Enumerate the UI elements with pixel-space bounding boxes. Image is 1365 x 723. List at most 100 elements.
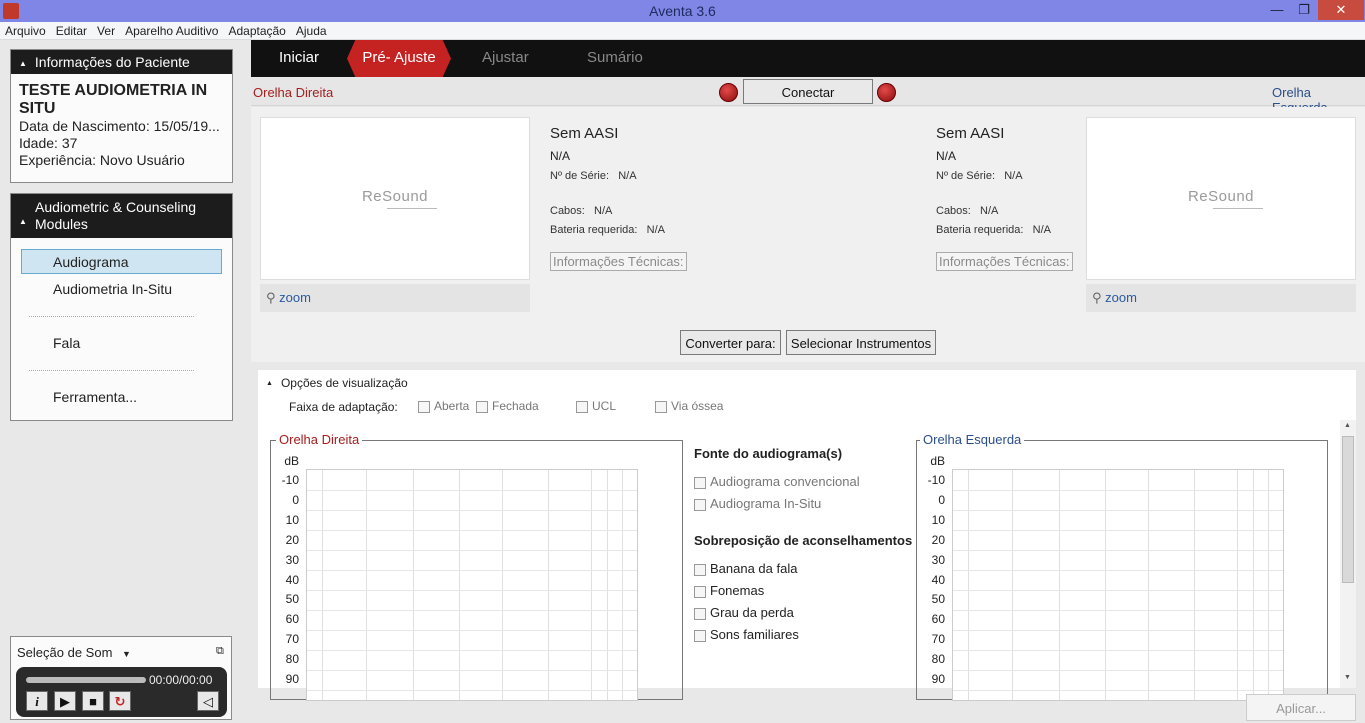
battery-value: N/A xyxy=(1032,224,1051,236)
play-icon[interactable]: ▶ xyxy=(54,691,76,711)
checkbox[interactable] xyxy=(694,585,706,598)
checkbox[interactable] xyxy=(655,400,667,413)
zoom-label: zoom xyxy=(1105,290,1137,305)
grid-line xyxy=(953,510,1283,511)
patient-header-label: Informações do Paciente xyxy=(34,54,190,70)
range-aberta-label: Aberta xyxy=(434,399,470,413)
checkbox[interactable] xyxy=(576,400,588,413)
modules-panel: ▲ Audiometric & Counseling Modules Audiog… xyxy=(10,193,233,421)
divider xyxy=(29,316,194,317)
grid-line xyxy=(307,530,637,531)
grid-line xyxy=(307,610,637,611)
serial-label: Nº de Série: xyxy=(550,170,610,182)
right-zoom-button[interactable]: ⚲ zoom xyxy=(260,284,530,312)
left-audiogram-plot[interactable] xyxy=(952,469,1284,701)
grid-line xyxy=(307,570,637,571)
collapse-icon[interactable]: ▲ xyxy=(19,213,27,230)
checkbox[interactable] xyxy=(694,498,706,511)
left-zoom-button[interactable]: ⚲ zoom xyxy=(1086,284,1356,312)
menu-editar[interactable]: Editar xyxy=(51,22,92,38)
source-insitu[interactable]: Audiograma In-Situ xyxy=(694,496,821,511)
zoom-label: zoom xyxy=(279,290,311,305)
menu-ver[interactable]: Ver xyxy=(92,22,120,38)
right-cables-row: Cabos: N/A xyxy=(550,205,612,217)
repeat-icon[interactable]: ↻ xyxy=(109,691,131,711)
overlay-grau[interactable]: Grau da perda xyxy=(694,605,794,620)
scroll-down-icon[interactable]: ▼ xyxy=(1344,674,1351,681)
grid-line xyxy=(953,650,1283,651)
range-aberta[interactable]: Aberta xyxy=(418,399,469,413)
connect-bar: Orelha Direita Conectar Orelha Esquerda xyxy=(251,78,1365,115)
module-audiograma[interactable]: Audiograma xyxy=(21,249,222,274)
tab-iniciar[interactable]: Iniciar xyxy=(279,49,319,66)
menu-adaptacao[interactable]: Adaptação xyxy=(223,22,290,38)
patient-header[interactable]: ▲ Informações do Paciente xyxy=(11,50,232,74)
cables-label: Cabos: xyxy=(550,205,585,217)
source-conventional-label: Audiograma convencional xyxy=(710,474,860,489)
select-instruments-button[interactable]: Selecionar Instrumentos xyxy=(786,330,936,355)
vertical-scrollbar[interactable]: ▲ ▼ xyxy=(1340,420,1356,688)
y-tick: 40 xyxy=(931,573,945,587)
source-conventional[interactable]: Audiograma convencional xyxy=(694,474,860,489)
menu-ajuda[interactable]: Ajuda xyxy=(291,22,332,38)
menu-aparelho[interactable]: Aparelho Auditivo xyxy=(120,22,223,38)
stop-icon[interactable]: ■ xyxy=(82,691,104,711)
range-fechada[interactable]: Fechada xyxy=(476,399,539,413)
collapse-icon[interactable]: ▲ xyxy=(19,59,27,68)
tab-sumario[interactable]: Sumário xyxy=(587,49,643,66)
range-via-ossea[interactable]: Via óssea xyxy=(655,399,723,413)
visualization-area: ▲ Opções de visualização Faixa de adaptaç… xyxy=(258,370,1356,701)
close-icon[interactable]: ✕ xyxy=(1318,0,1364,20)
module-audiometria-insitu[interactable]: Audiometria In-Situ xyxy=(21,276,222,301)
progress-track[interactable] xyxy=(26,677,146,683)
y-tick: 70 xyxy=(285,632,299,646)
module-fala[interactable]: Fala xyxy=(21,330,222,355)
magnifier-icon: ⚲ xyxy=(266,290,276,305)
grid-line xyxy=(459,470,460,700)
overlay-sons[interactable]: Sons familiares xyxy=(694,627,799,642)
grid-line xyxy=(607,470,608,700)
minimize-icon[interactable]: — xyxy=(1263,0,1291,20)
tab-pre-ajuste[interactable]: Pré- Ajuste xyxy=(347,40,451,77)
checkbox[interactable] xyxy=(476,400,488,413)
viz-options-header[interactable]: ▲ Opções de visualização xyxy=(266,376,408,390)
checkbox[interactable] xyxy=(694,629,706,642)
checkbox[interactable] xyxy=(694,476,706,489)
sound-selection-dropdown[interactable]: Seleção de Som ▼ xyxy=(17,645,131,660)
serial-label: Nº de Série: xyxy=(936,170,996,182)
scroll-thumb[interactable] xyxy=(1342,436,1354,583)
overlay-banana[interactable]: Banana da fala xyxy=(694,561,797,576)
magnifier-icon: ⚲ xyxy=(1092,290,1102,305)
connect-button[interactable]: Conectar xyxy=(743,79,873,104)
modules-header[interactable]: ▲ Audiometric & Counseling Modules xyxy=(11,194,232,238)
right-tech-info-button[interactable]: Informações Técnicas: xyxy=(550,252,687,271)
left-battery-row: Bateria requerida: N/A xyxy=(936,224,1051,236)
overlay-banana-label: Banana da fala xyxy=(710,561,798,576)
volume-icon[interactable]: ◁ xyxy=(197,691,219,711)
range-label: Faixa de adaptação: xyxy=(289,400,398,414)
scroll-up-icon[interactable]: ▲ xyxy=(1344,422,1351,429)
info-icon[interactable]: i xyxy=(26,691,48,711)
overlay-fonemas[interactable]: Fonemas xyxy=(694,583,764,598)
grid-line xyxy=(307,690,637,691)
checkbox[interactable] xyxy=(418,400,430,413)
convert-button[interactable]: Converter para: xyxy=(680,330,781,355)
right-serial-row: Nº de Série: N/A xyxy=(550,170,637,182)
popout-icon[interactable]: ⧉ xyxy=(216,645,224,658)
grid-line xyxy=(622,470,623,700)
checkbox[interactable] xyxy=(694,563,706,576)
modules-header-label: Audiometric & Counseling Modules xyxy=(35,199,197,232)
restore-icon[interactable]: ❐ xyxy=(1290,0,1318,20)
tab-ajustar[interactable]: Ajustar xyxy=(482,49,529,66)
menu-arquivo[interactable]: Arquivo xyxy=(0,22,51,38)
grid-line xyxy=(953,490,1283,491)
range-ucl[interactable]: UCL xyxy=(576,399,616,413)
module-ferramenta[interactable]: Ferramenta... xyxy=(21,384,222,409)
left-tech-info-button[interactable]: Informações Técnicas: xyxy=(936,252,1073,271)
right-audiogram-plot[interactable] xyxy=(306,469,638,701)
checkbox[interactable] xyxy=(694,607,706,620)
collapse-icon[interactable]: ▲ xyxy=(266,380,273,387)
apply-button[interactable]: Aplicar... xyxy=(1246,694,1356,721)
y-tick: 70 xyxy=(931,632,945,646)
grid-line xyxy=(953,690,1283,691)
